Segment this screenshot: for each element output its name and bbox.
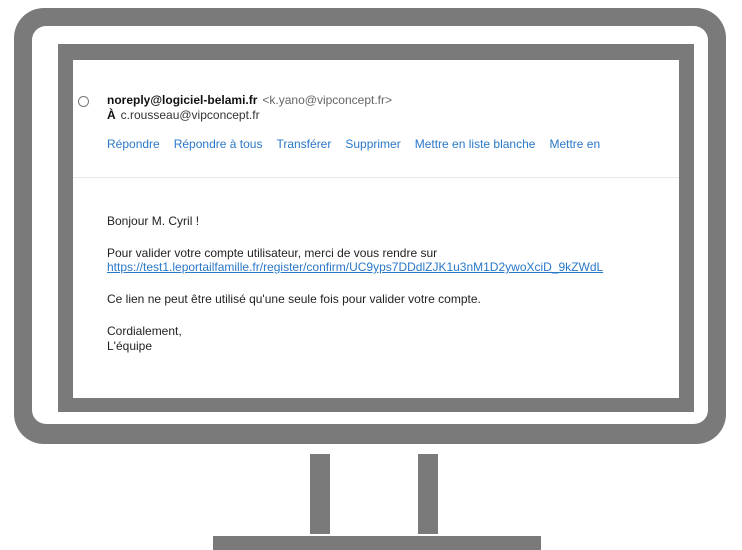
email-screen: noreply@logiciel-belami.fr <k.yano@vipcon…	[73, 60, 679, 398]
circle-radio-icon[interactable]	[78, 96, 89, 107]
closing: Cordialement,	[107, 324, 182, 338]
greeting: Bonjour M. Cyril !	[107, 214, 200, 228]
reply-all-button[interactable]: Répondre à tous	[174, 137, 263, 151]
recipient-address: c.rousseau@vipconcept.fr	[120, 108, 260, 122]
forward-button[interactable]: Transférer	[276, 137, 331, 151]
confirmation-link[interactable]: https://test1.leportailfamille.fr/regist…	[107, 260, 603, 274]
monitor-stand-base	[213, 536, 541, 550]
confirmation-link-row: https://test1.leportailfamille.fr/regist…	[107, 260, 603, 274]
more-action-button[interactable]: Mettre en	[549, 137, 600, 151]
body-paragraph-2: Ce lien ne peut être utilisé qu'une seul…	[107, 292, 481, 306]
whitelist-button[interactable]: Mettre en liste blanche	[415, 137, 536, 151]
recipient-line: Àc.rousseau@vipconcept.fr	[107, 108, 260, 122]
sender-name: noreply@logiciel-belami.fr	[107, 93, 258, 107]
body-paragraph-1: Pour valider votre compte utilisateur, m…	[107, 246, 438, 260]
delete-button[interactable]: Supprimer	[345, 137, 400, 151]
monitor-stand-gap	[330, 454, 418, 534]
recipient-label: À	[107, 108, 116, 122]
sender-line: noreply@logiciel-belami.fr <k.yano@vipcon…	[107, 93, 392, 107]
reply-button[interactable]: Répondre	[107, 137, 160, 151]
signature: L'équipe	[107, 339, 152, 353]
header-divider	[73, 177, 679, 178]
email-actions-toolbar: Répondre Répondre à tous Transférer Supprim…	[107, 137, 614, 151]
sender-address: <k.yano@vipconcept.fr>	[262, 93, 392, 107]
